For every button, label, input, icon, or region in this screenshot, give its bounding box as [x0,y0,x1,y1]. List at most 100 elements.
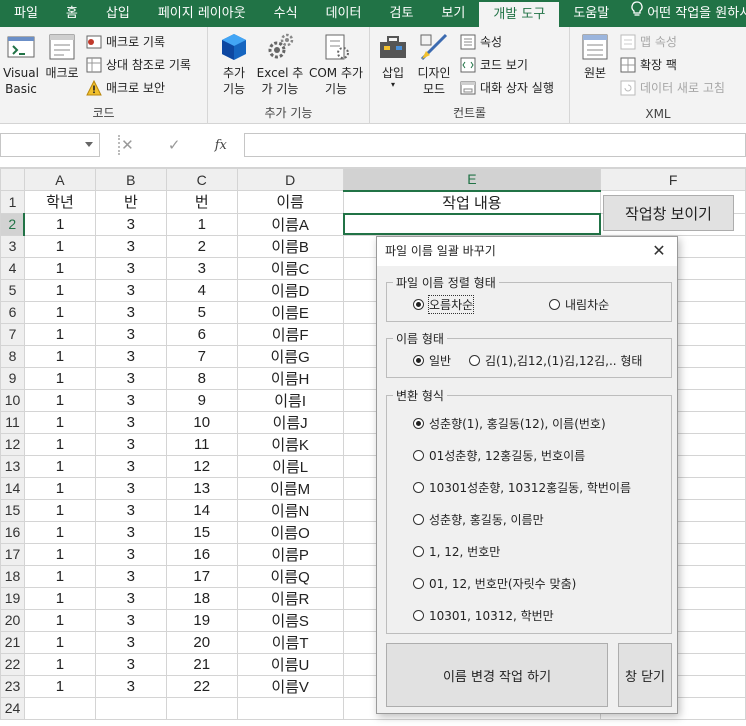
table-cell[interactable]: 13 [165,476,238,500]
row-header[interactable]: 12 [0,432,25,456]
table-cell[interactable]: 이름L [236,454,344,478]
table-cell[interactable]: 1 [23,366,96,390]
table-cell[interactable]: 3 [165,256,238,280]
table-cell[interactable]: 1 [23,498,96,522]
table-cell[interactable]: 이름F [236,322,344,346]
table-cell[interactable]: 11 [165,432,238,456]
row-header[interactable]: 17 [0,542,25,566]
radio-dot[interactable] [413,450,424,461]
row-header[interactable]: 4 [0,256,25,280]
header-cell[interactable]: 번 [165,190,238,214]
radio-dot[interactable] [413,355,424,366]
radio-name-normal[interactable]: 일반 [413,352,451,369]
table-cell[interactable]: 3 [94,630,167,654]
radio-convert-option[interactable]: 01, 12, 번호만(자릿수 맞춤) [413,575,576,592]
tab-insert[interactable]: 삽입 [92,0,144,27]
table-cell[interactable]: 1 [23,542,96,566]
table-cell[interactable]: 이름M [236,476,344,500]
table-cell[interactable]: 3 [94,520,167,544]
tab-home[interactable]: 홈 [52,0,92,27]
table-cell[interactable]: 3 [94,410,167,434]
table-cell[interactable]: 3 [94,476,167,500]
row-header[interactable]: 11 [0,410,25,434]
header-cell[interactable]: 이름 [236,190,344,214]
table-cell[interactable]: 3 [94,542,167,566]
visual-basic-button[interactable]: Visual Basic [2,31,40,97]
close-icon[interactable]: ✕ [649,241,669,261]
tab-page-layout[interactable]: 페이지 레이아웃 [144,0,260,27]
radio-sort-desc[interactable]: 내림차순 [549,296,609,313]
table-cell[interactable]: 1 [23,212,96,236]
radio-convert-option[interactable]: 10301, 10312, 학번만 [413,607,554,624]
table-cell[interactable]: 1 [23,564,96,588]
table-cell[interactable]: 1 [23,608,96,632]
radio-dot[interactable] [413,514,424,525]
row-header[interactable]: 23 [0,674,25,698]
excel-addins-button[interactable]: Excel 추가 기능 [254,31,306,97]
row-header[interactable]: 5 [0,278,25,302]
table-cell[interactable]: 1 [23,476,96,500]
table-cell[interactable]: 22 [165,674,238,698]
radio-convert-option[interactable]: 10301성춘향, 10312홍길동, 학번이름 [413,479,631,496]
table-cell[interactable]: 3 [94,344,167,368]
column-header-b[interactable]: B [94,168,167,191]
cancel-icon[interactable]: ✕ [121,136,134,154]
table-cell[interactable]: 1 [23,454,96,478]
tab-developer[interactable]: 개발 도구 [479,0,560,27]
table-cell[interactable]: 이름P [236,542,344,566]
row-header[interactable]: 3 [0,234,25,258]
run-rename-button[interactable]: 이름 변경 작업 하기 [386,643,608,707]
tab-help[interactable]: 도움말 [559,0,623,27]
xml-source-button[interactable]: 원본 [578,31,612,81]
insert-function-icon[interactable]: fx [215,138,227,153]
table-cell[interactable]: 3 [94,388,167,412]
radio-dot[interactable] [413,546,424,557]
table-cell[interactable]: 이름S [236,608,344,632]
table-cell[interactable]: 3 [94,256,167,280]
table-cell[interactable]: 6 [165,322,238,346]
row-header[interactable]: 8 [0,344,25,368]
table-cell[interactable]: 12 [165,454,238,478]
table-cell[interactable]: 2 [165,234,238,258]
row-header[interactable]: 16 [0,520,25,544]
refresh-data-button[interactable]: 데이터 새로 고침 [620,79,725,96]
table-cell[interactable]: 3 [94,652,167,676]
row-header[interactable]: 14 [0,476,25,500]
row-header[interactable]: 19 [0,586,25,610]
table-cell[interactable]: 이름D [236,278,344,302]
table-cell[interactable]: 이름N [236,498,344,522]
table-cell[interactable]: 이름B [236,234,344,258]
table-cell[interactable]: 10 [165,410,238,434]
row-header[interactable]: 21 [0,630,25,654]
table-cell[interactable]: 이름K [236,432,344,456]
table-cell[interactable]: 1 [23,586,96,610]
table-cell[interactable]: 9 [165,388,238,412]
expansion-packs-button[interactable]: 확장 팩 [620,56,677,73]
table-cell[interactable]: 19 [165,608,238,632]
select-all-corner[interactable] [0,168,25,191]
table-cell[interactable]: 3 [94,212,167,236]
radio-convert-option[interactable]: 1, 12, 번호만 [413,543,500,560]
relative-reference-button[interactable]: 상대 참조로 기록 [86,56,191,73]
table-cell[interactable]: 3 [94,278,167,302]
table-cell[interactable]: 3 [94,608,167,632]
table-cell[interactable]: 14 [165,498,238,522]
table-cell[interactable]: 3 [94,366,167,390]
table-cell[interactable]: 3 [94,234,167,258]
table-cell[interactable]: 8 [165,366,238,390]
row-header[interactable]: 7 [0,322,25,346]
tab-formulas[interactable]: 수식 [260,0,312,27]
formula-input[interactable] [244,133,746,157]
column-header-c[interactable]: C [165,168,238,191]
addins-button[interactable]: 추가 기능 [216,31,252,97]
radio-dot[interactable] [549,299,560,310]
table-cell[interactable]: 이름G [236,344,344,368]
table-cell[interactable]: 17 [165,564,238,588]
table-cell[interactable]: 3 [94,300,167,324]
row-header[interactable]: 10 [0,388,25,412]
tab-view[interactable]: 보기 [427,0,479,27]
header-cell[interactable]: 반 [94,190,167,214]
table-cell[interactable] [236,696,344,720]
record-macro-button[interactable]: 매크로 기록 [86,33,165,50]
table-cell[interactable]: 1 [23,256,96,280]
